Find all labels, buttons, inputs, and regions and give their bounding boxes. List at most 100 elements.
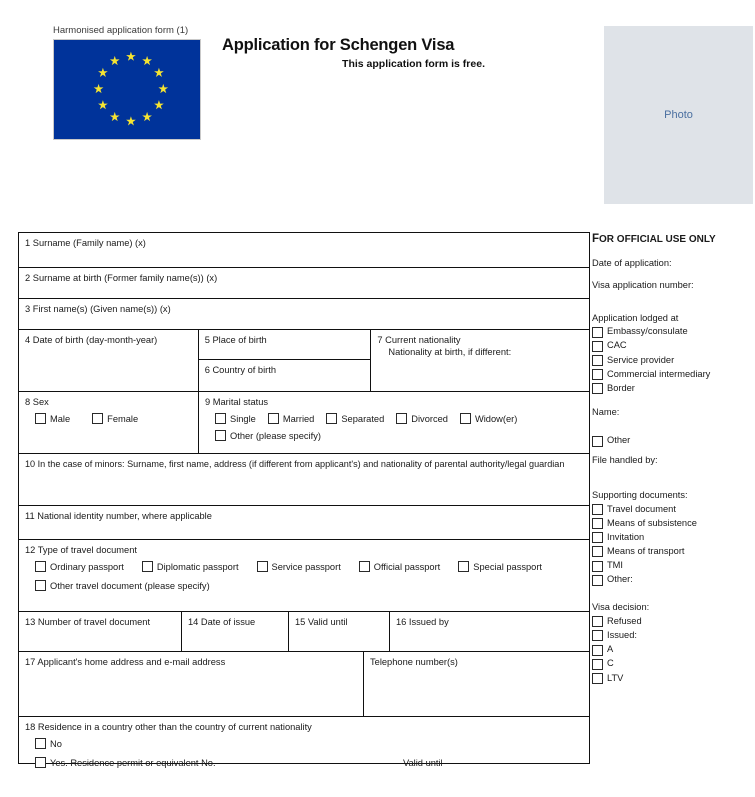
form-row-document-details: 13 Number of travel document 14 Date of … [19, 612, 589, 652]
checkbox-decision-a[interactable]: A [592, 644, 755, 656]
checkbox-box[interactable] [592, 383, 603, 395]
checkbox-box[interactable] [592, 504, 603, 516]
field-residence-other-country: 18 Residence in a country other than the… [19, 717, 589, 769]
field-issued-by[interactable]: 16 Issued by [390, 612, 589, 651]
checkbox-decision-c[interactable]: C [592, 658, 755, 670]
photo-placeholder-box[interactable]: Photo [604, 26, 753, 204]
checkbox-box[interactable] [592, 672, 603, 684]
checkbox-box[interactable] [35, 757, 46, 769]
checkbox-box[interactable] [358, 561, 370, 573]
field-valid-until[interactable]: 15 Valid until [289, 612, 390, 651]
field-surname-at-birth[interactable]: 2 Surname at birth (Former family name(s… [19, 268, 589, 298]
field-minors-guardian[interactable]: 10 In the case of minors: Surname, first… [19, 454, 589, 505]
checkbox-box[interactable] [592, 644, 603, 656]
official-date-of-application-label: Date of application: [592, 257, 672, 268]
official-visa-decision-group: Visa decision: Refused Issued: A C LTV [592, 602, 755, 684]
checkbox-label: Commercial intermediary [607, 368, 711, 379]
field-home-address-label: 17 Applicant's home address and e-mail a… [25, 657, 226, 667]
checkbox-sex-female[interactable]: Female [92, 413, 138, 425]
checkbox-supporting-means-of-subsistence[interactable]: Means of subsistence [592, 518, 755, 530]
checkbox-supporting-means-of-transport[interactable]: Means of transport [592, 546, 755, 558]
checkbox-box[interactable] [396, 413, 408, 425]
checkbox-box[interactable] [592, 532, 603, 544]
checkbox-box[interactable] [267, 413, 279, 425]
checkbox-label: Male [50, 413, 71, 424]
checkbox-box[interactable] [592, 658, 603, 670]
field-travel-document-number[interactable]: 13 Number of travel document [19, 612, 182, 651]
field-telephone-numbers[interactable]: Telephone number(s) [364, 652, 589, 716]
checkbox-lodged-other[interactable]: Other [592, 435, 755, 447]
checkbox-decision-refused[interactable]: Refused [592, 616, 755, 628]
checkbox-box[interactable] [215, 413, 226, 425]
checkbox-supporting-other[interactable]: Other: [592, 574, 755, 586]
checkbox-special-passport[interactable]: Special passport [458, 561, 542, 573]
checkbox-official-passport[interactable]: Official passport [358, 561, 440, 573]
checkbox-other-travel-document[interactable]: Other travel document (please specify) [35, 580, 210, 592]
checkbox-box[interactable] [459, 413, 471, 425]
residence-option-yes: Yes. Residence permit or equivalent No. … [25, 757, 589, 769]
checkbox-box[interactable] [141, 561, 153, 573]
checkbox-box[interactable] [592, 435, 603, 447]
field-place-of-birth[interactable]: 5 Place of birth [198, 330, 371, 360]
checkbox-lodged-service-provider[interactable]: Service provider [592, 355, 755, 367]
field-date-of-birth[interactable]: 4 Date of birth (day-month-year) [19, 330, 199, 391]
checkbox-supporting-travel-document[interactable]: Travel document [592, 504, 755, 516]
checkbox-lodged-commercial-intermediary[interactable]: Commercial intermediary [592, 369, 755, 381]
checkbox-residence-yes[interactable]: Yes. Residence permit or equivalent No. [35, 757, 216, 769]
checkbox-box[interactable] [458, 561, 470, 573]
form-body: 1 Surname (Family name) (x) 2 Surname at… [18, 232, 755, 797]
checkbox-box[interactable] [35, 561, 46, 573]
checkbox-marital-separated[interactable]: Separated [326, 413, 384, 425]
checkbox-marital-widow[interactable]: Widow(er) [459, 413, 517, 425]
checkbox-residence-no[interactable]: No [35, 738, 62, 750]
checkbox-decision-issued[interactable]: Issued: [592, 630, 755, 642]
checkbox-box[interactable] [592, 630, 603, 642]
checkbox-diplomatic-passport[interactable]: Diplomatic passport [141, 561, 239, 573]
checkbox-box[interactable] [592, 518, 603, 530]
checkbox-lodged-embassy[interactable]: Embassy/consulate [592, 326, 755, 338]
checkbox-marital-single[interactable]: Single [215, 413, 256, 425]
form-row-surname: 1 Surname (Family name) (x) [19, 233, 589, 268]
checkbox-lodged-cac[interactable]: CAC [592, 340, 755, 352]
field-first-names[interactable]: 3 First name(s) (Given name(s)) (x) [19, 299, 589, 329]
form-row-surname-at-birth: 2 Surname at birth (Former family name(s… [19, 268, 589, 299]
checkbox-box[interactable] [35, 738, 46, 750]
checkbox-service-passport[interactable]: Service passport [256, 561, 341, 573]
checkbox-marital-married[interactable]: Married [267, 413, 314, 425]
checkbox-box[interactable] [592, 560, 603, 572]
field-date-of-issue[interactable]: 14 Date of issue [182, 612, 289, 651]
checkbox-box[interactable] [92, 413, 104, 425]
field-country-of-birth-label: 6 Country of birth [204, 365, 276, 375]
checkbox-supporting-invitation[interactable]: Invitation [592, 532, 755, 544]
field-surname[interactable]: 1 Surname (Family name) (x) [19, 233, 589, 267]
checkbox-box[interactable] [592, 326, 603, 338]
checkbox-lodged-border[interactable]: Border [592, 383, 755, 395]
field-national-identity-number[interactable]: 11 National identity number, where appli… [19, 506, 589, 539]
marital-options-row-1: Single Married Separated Divorced Widow(… [205, 413, 589, 425]
checkbox-box[interactable] [592, 616, 603, 628]
checkbox-box[interactable] [215, 430, 226, 442]
checkbox-box[interactable] [592, 368, 603, 380]
checkbox-box[interactable] [592, 574, 603, 586]
checkbox-marital-divorced[interactable]: Divorced [396, 413, 448, 425]
checkbox-box[interactable] [35, 580, 46, 592]
checkbox-box[interactable] [592, 546, 603, 558]
travel-doc-options-row-2: Other travel document (please specify) [25, 580, 589, 592]
checkbox-box[interactable] [326, 413, 338, 425]
checkbox-decision-ltv[interactable]: LTV [592, 673, 755, 685]
field-home-address[interactable]: 17 Applicant's home address and e-mail a… [19, 652, 364, 716]
checkbox-box[interactable] [256, 561, 268, 573]
checkbox-box[interactable] [35, 413, 46, 425]
checkbox-supporting-tmi[interactable]: TMI [592, 560, 755, 572]
field-country-of-birth[interactable]: 6 Country of birth [199, 360, 371, 391]
checkbox-sex-male[interactable]: Male [35, 413, 71, 425]
checkbox-box[interactable] [592, 354, 603, 366]
field-current-nationality[interactable]: 7 Current nationality Nationality at bir… [371, 330, 589, 391]
checkbox-box[interactable] [592, 340, 603, 352]
checkbox-ordinary-passport[interactable]: Ordinary passport [35, 561, 124, 573]
checkbox-label: Other travel document (please specify) [50, 580, 210, 591]
checkbox-marital-other[interactable]: Other (please specify) [215, 430, 321, 442]
official-lodged-at-group: Application lodged at Embassy/consulate … [592, 313, 755, 395]
field-travel-document-type-label: 12 Type of travel document [25, 545, 137, 555]
checkbox-label: Invitation [607, 532, 645, 543]
